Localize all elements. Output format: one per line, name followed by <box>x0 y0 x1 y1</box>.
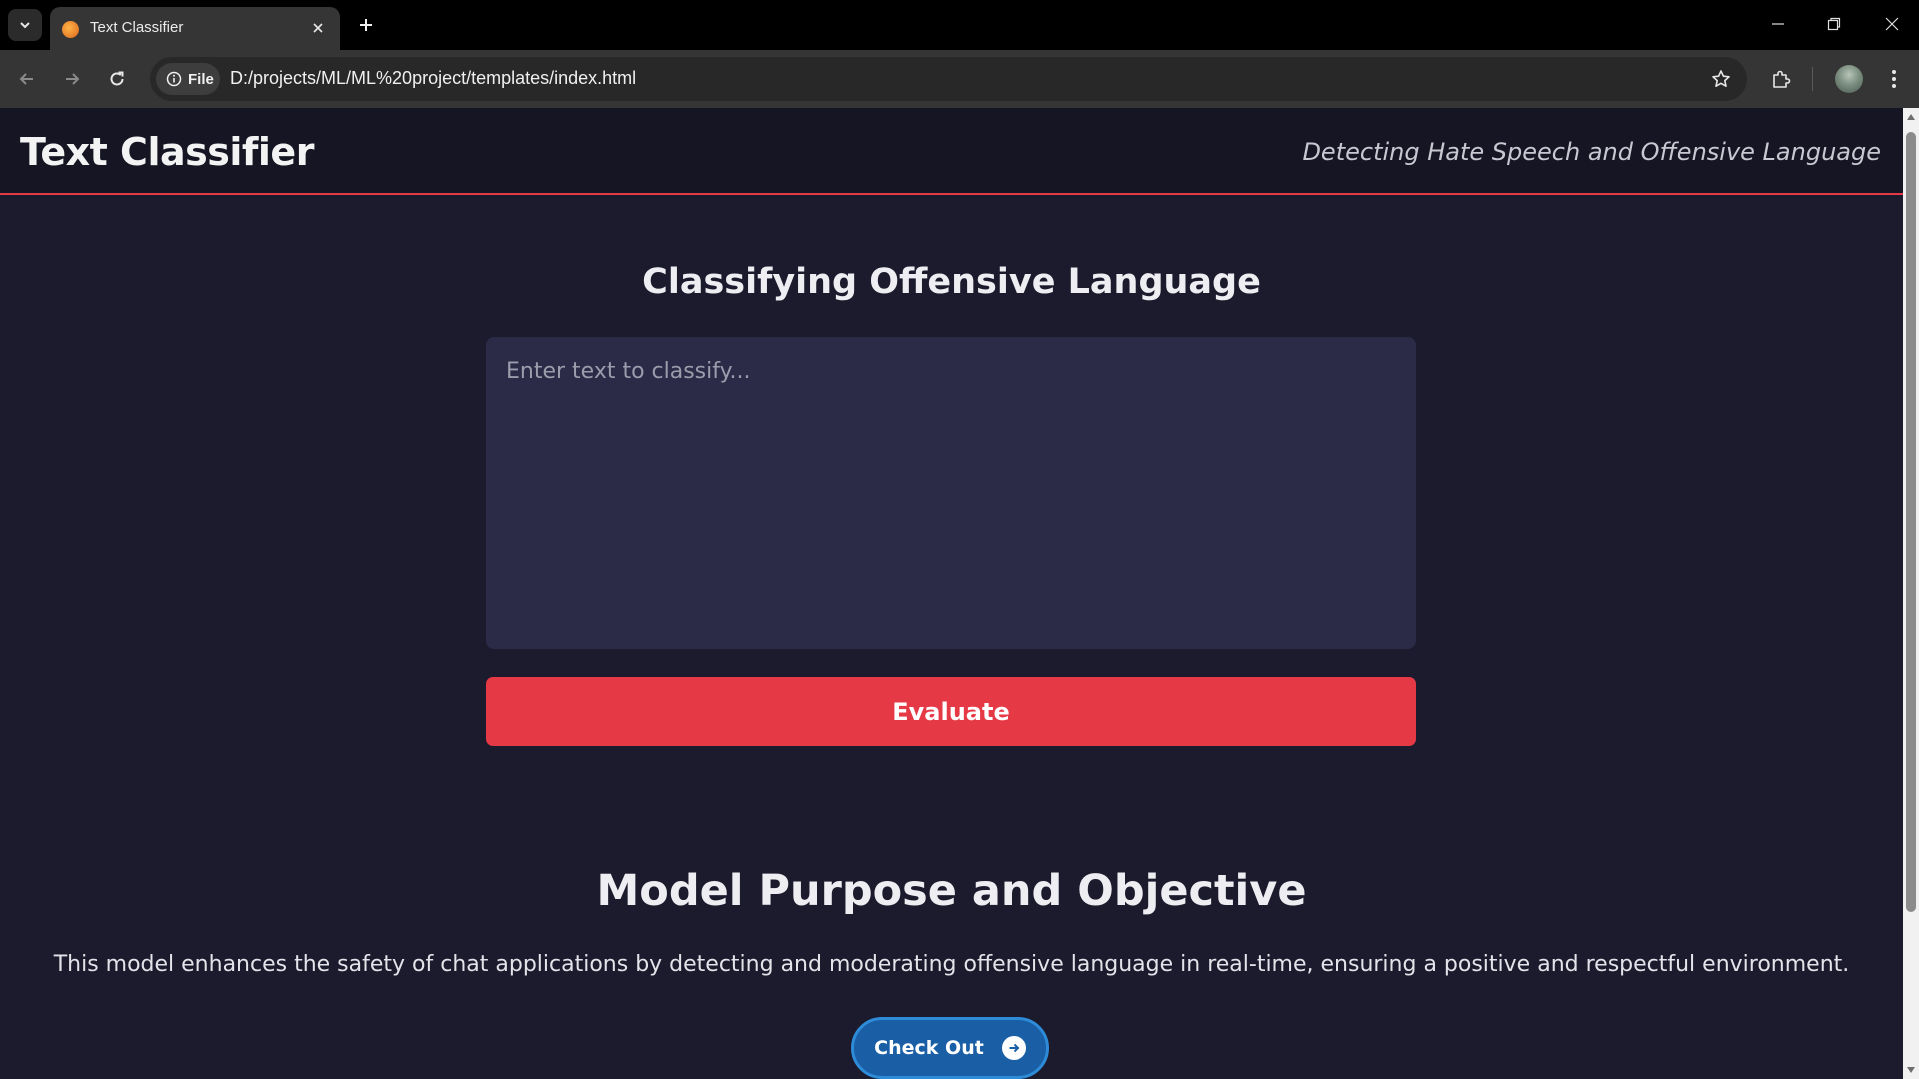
scroll-up-arrow-icon[interactable] <box>1906 112 1916 122</box>
browser-tab-active[interactable]: Text Classifier <box>50 7 340 50</box>
text-input[interactable] <box>486 337 1416 649</box>
tab-close-button[interactable] <box>306 16 330 40</box>
check-out-label: Check Out <box>874 1037 984 1059</box>
reload-icon <box>110 71 124 86</box>
new-tab-button[interactable] <box>352 11 380 39</box>
site-info-chip[interactable]: File <box>156 63 220 95</box>
favicon-icon <box>62 21 79 38</box>
evaluate-button[interactable]: Evaluate <box>486 677 1416 746</box>
browser-tabstrip: Text Classifier <box>0 0 1919 50</box>
forward-arrow-icon <box>66 73 80 85</box>
restore-icon <box>1827 17 1841 31</box>
bookmark-button[interactable] <box>1709 67 1733 91</box>
tab-title: Text Classifier <box>90 19 184 36</box>
restore-button[interactable] <box>1814 8 1854 40</box>
check-out-button[interactable]: Check Out <box>851 1017 1049 1079</box>
star-icon <box>1712 70 1730 87</box>
scrollbar-thumb[interactable] <box>1906 132 1916 912</box>
site-header: Text Classifier Detecting Hate Speech an… <box>0 108 1903 195</box>
reload-button[interactable] <box>101 63 133 95</box>
extensions-button[interactable] <box>1765 63 1797 95</box>
url-text[interactable]: D:/projects/ML/ML%20project/templates/in… <box>230 68 636 89</box>
scroll-down-arrow-icon[interactable] <box>1906 1065 1916 1075</box>
browser-toolbar: File D:/projects/ML/ML%20project/templat… <box>0 50 1919 108</box>
page-scrollbar[interactable] <box>1903 108 1919 1079</box>
site-title: Text Classifier <box>20 130 314 174</box>
puzzle-icon <box>1773 70 1791 88</box>
browser-menu-button[interactable] <box>1878 63 1910 95</box>
chevron-down-icon <box>20 22 30 29</box>
back-button[interactable] <box>11 63 43 95</box>
purpose-heading: Model Purpose and Objective <box>596 866 1307 916</box>
close-icon <box>313 23 323 33</box>
info-icon <box>166 71 182 87</box>
close-window-button[interactable] <box>1872 8 1912 40</box>
minimize-button[interactable] <box>1758 8 1798 40</box>
site-chip-label: File <box>188 70 214 88</box>
minimize-icon <box>1772 23 1784 25</box>
arrow-right-circle-icon <box>1001 1036 1026 1060</box>
address-bar[interactable]: File D:/projects/ML/ML%20project/templat… <box>150 57 1747 101</box>
tab-search-button[interactable] <box>8 9 42 41</box>
toolbar-divider <box>1812 67 1813 91</box>
back-arrow-icon <box>19 73 33 85</box>
site-tagline: Detecting Hate Speech and Offensive Lang… <box>1302 138 1881 166</box>
close-icon <box>1885 17 1899 31</box>
page-viewport: Text Classifier Detecting Hate Speech an… <box>0 108 1903 1079</box>
plus-icon <box>360 19 372 31</box>
profile-avatar[interactable] <box>1835 65 1863 93</box>
purpose-description: This model enhances the safety of chat a… <box>53 952 1850 977</box>
kebab-menu-icon <box>1892 70 1896 88</box>
classifier-heading: Classifying Offensive Language <box>642 262 1261 302</box>
forward-button[interactable] <box>56 63 88 95</box>
